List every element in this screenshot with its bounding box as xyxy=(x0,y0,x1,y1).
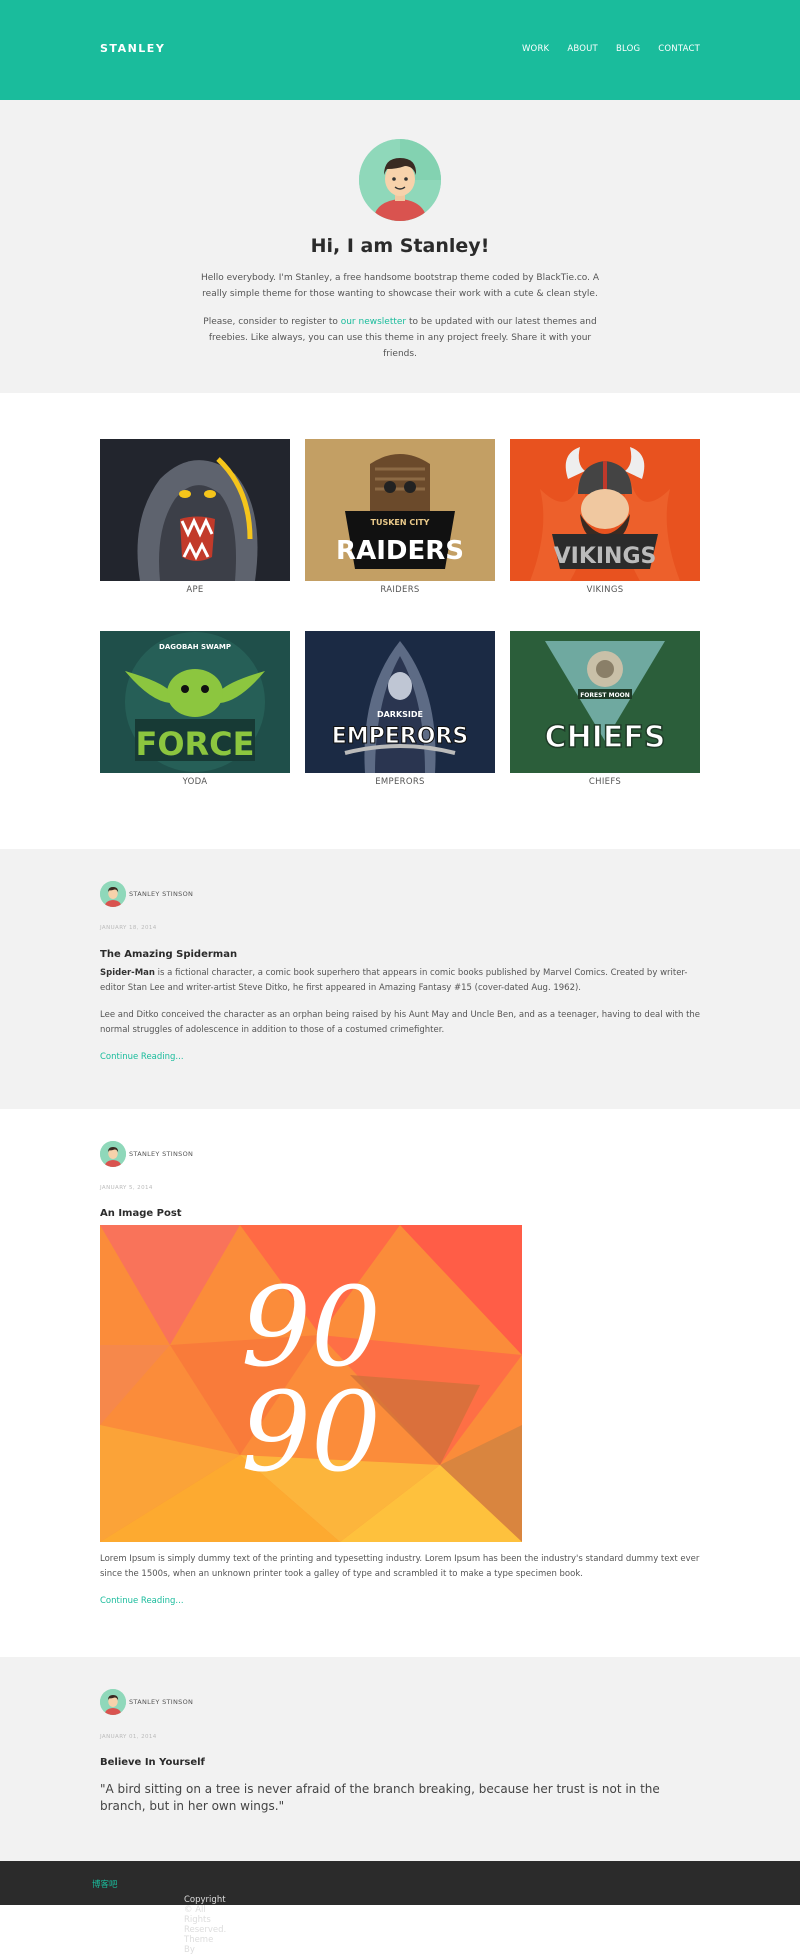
post-image: 90 90 xyxy=(100,1225,522,1542)
footer: Copyright © All Rights Reserved. Theme B… xyxy=(0,1861,800,1955)
post-paragraph: Spider-Man is a fictional character, a c… xyxy=(100,966,700,996)
chiefs-tile-subtitle: FOREST MOON xyxy=(580,692,630,699)
continue-reading-link[interactable]: Continue Reading... xyxy=(100,1052,184,1062)
avatar-icon xyxy=(100,881,126,907)
avatar-icon xyxy=(100,1141,126,1167)
nav-contact[interactable]: CONTACT xyxy=(658,44,700,54)
post-date: JANUARY 01, 2014 xyxy=(100,1734,157,1740)
post-title[interactable]: Believe In Yourself xyxy=(100,1757,205,1768)
raiders-logo: TUSKEN CITY RAIDERS xyxy=(305,439,495,581)
post-bold-term: Spider-Man xyxy=(100,968,155,978)
yoda-tile-subtitle: DAGOBAH SWAMP xyxy=(159,643,231,651)
portfolio-label-ape: APE xyxy=(186,585,204,595)
post-paragraph-text: is a fictional character, a comic book s… xyxy=(100,968,688,993)
author-avatar xyxy=(100,1141,126,1167)
image-text-bottom: 90 xyxy=(241,1368,381,1496)
nav-work[interactable]: WORK xyxy=(522,44,549,54)
avatar-illustration xyxy=(359,139,441,221)
portfolio-label-yoda: YODA xyxy=(182,777,208,787)
post-title[interactable]: The Amazing Spiderman xyxy=(100,949,237,960)
post-paragraph: Lorem Ipsum is simply dummy text of the … xyxy=(100,1554,700,1579)
footer-text: Copyright © All Rights Reserved. Theme B… xyxy=(184,1895,227,1955)
hero-text-before: Please, consider to register to xyxy=(203,317,341,327)
author-name[interactable]: STANLEY STINSON xyxy=(129,890,193,898)
yoda-logo: DAGOBAH SWAMP FORCE xyxy=(100,631,290,773)
raiders-tile-subtitle: TUSKEN CITY xyxy=(371,518,430,527)
hero-section: Hi, I am Stanley! Hello everybody. I'm S… xyxy=(0,100,800,393)
post-date: JANUARY 18, 2014 xyxy=(100,925,157,931)
navbar: STANLEY WORK ABOUT BLOG CONTACT xyxy=(0,0,800,100)
hero-title: Hi, I am Stanley! xyxy=(310,235,490,257)
portfolio-tile-ape[interactable] xyxy=(100,439,290,581)
post-image-graphic: 90 90 xyxy=(100,1225,522,1542)
post-title[interactable]: An Image Post xyxy=(100,1208,182,1219)
blog-post: STANLEY STINSON JANUARY 5, 2014 An Image… xyxy=(0,1109,800,1657)
nav-blog[interactable]: BLOG xyxy=(616,44,640,54)
portfolio-tile-raiders[interactable]: TUSKEN CITY RAIDERS xyxy=(305,439,495,581)
author-name[interactable]: STANLEY STINSON xyxy=(129,1698,193,1706)
newsletter-link[interactable]: our newsletter xyxy=(341,317,406,327)
portfolio-section: APE TUSKEN CITY RAIDERS RAIDERS VIKINGS … xyxy=(0,393,800,849)
portfolio-tile-chiefs[interactable]: FOREST MOON CHIEFS xyxy=(510,631,700,773)
portfolio-tile-emperors[interactable]: DARKSIDE EMPERORS xyxy=(305,631,495,773)
main-nav: WORK ABOUT BLOG CONTACT xyxy=(522,44,700,54)
author-name[interactable]: STANLEY STINSON xyxy=(129,1150,193,1158)
yoda-tile-title: FORCE xyxy=(135,725,254,763)
post-date: JANUARY 5, 2014 xyxy=(100,1185,153,1191)
vikings-tile-title: VIKINGS xyxy=(554,544,657,569)
post-quote: "A bird sitting on a tree is never afrai… xyxy=(100,1782,660,1813)
post-paragraph: Lee and Ditko conceived the character as… xyxy=(100,1010,701,1035)
raiders-tile-title: RAIDERS xyxy=(336,536,464,566)
author-avatar xyxy=(100,881,126,907)
portfolio-label-emperors: EMPERORS xyxy=(375,777,425,787)
avatar xyxy=(359,139,441,221)
hero-intro: Hello everybody. I'm Stanley, a free han… xyxy=(200,273,600,299)
hero-newsletter-text: Please, consider to register to our news… xyxy=(200,314,600,362)
brand-logo[interactable]: STANLEY xyxy=(100,42,165,55)
portfolio-label-vikings: VIKINGS xyxy=(586,585,624,595)
portfolio-label-chiefs: CHIEFS xyxy=(588,777,622,787)
footer-copyright: Copyright © All Rights Reserved. Theme B… xyxy=(92,1878,226,1955)
chiefs-tile-title: CHIEFS xyxy=(545,720,666,755)
blog-post: STANLEY STINSON JANUARY 01, 2014 Believe… xyxy=(0,1657,800,1862)
portfolio-tile-yoda[interactable]: DAGOBAH SWAMP FORCE xyxy=(100,631,290,773)
ape-logo xyxy=(100,439,290,581)
emperors-logo: DARKSIDE EMPERORS xyxy=(305,631,495,773)
vikings-logo: VIKINGS xyxy=(510,439,700,581)
blog-post: STANLEY STINSON JANUARY 18, 2014 The Ama… xyxy=(0,849,800,1109)
avatar-icon xyxy=(100,1689,126,1715)
portfolio-label-raiders: RAIDERS xyxy=(380,585,420,595)
emperors-tile-subtitle: DARKSIDE xyxy=(377,710,423,719)
author-avatar xyxy=(100,1689,126,1715)
continue-reading-link[interactable]: Continue Reading... xyxy=(100,1596,184,1606)
nav-about[interactable]: ABOUT xyxy=(567,44,598,54)
chiefs-logo: FOREST MOON CHIEFS xyxy=(510,631,700,773)
footer-theme-link[interactable]: 博客吧 xyxy=(92,1880,118,1890)
portfolio-tile-vikings[interactable]: VIKINGS xyxy=(510,439,700,581)
